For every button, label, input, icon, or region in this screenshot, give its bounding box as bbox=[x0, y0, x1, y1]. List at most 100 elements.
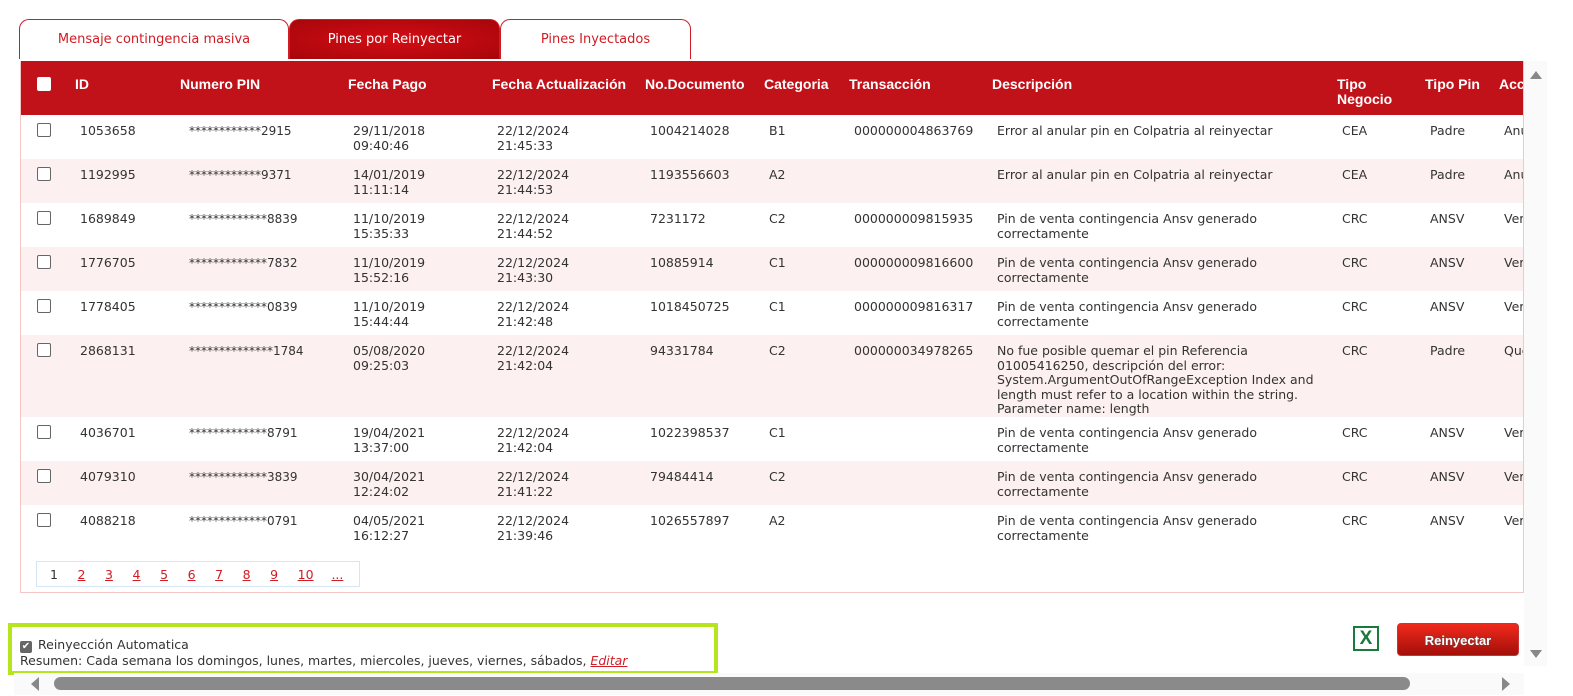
cell-id: 1776705 bbox=[71, 247, 176, 291]
page-link[interactable]: 10 bbox=[298, 567, 314, 582]
tab-bar: Mensaje contingencia masiva Pines por Re… bbox=[19, 19, 691, 59]
scroll-thumb[interactable] bbox=[54, 677, 1410, 690]
row-checkbox[interactable] bbox=[37, 512, 51, 527]
tab-pines-por-reinyectar[interactable]: Pines por Reinyectar bbox=[289, 19, 500, 59]
col-tipo-negocio[interactable]: Tipo Negocio bbox=[1333, 61, 1421, 115]
cell-cat: C2 bbox=[760, 460, 845, 505]
cell-tipo-pin: Padre bbox=[1421, 335, 1495, 417]
cell-id: 4079310 bbox=[71, 460, 176, 505]
cell-acc: Ver bbox=[1495, 247, 1523, 291]
cell-tipo-neg: CRC bbox=[1342, 424, 1368, 440]
table-row[interactable]: 1776705 *************7832 11/10/2019 15:52:… bbox=[21, 247, 1523, 291]
row-checkbox[interactable] bbox=[37, 123, 51, 137]
table-row[interactable]: 2868131 **************1784 05/08/2020 09:25… bbox=[21, 335, 1523, 417]
cell-doc: 10885914 bbox=[641, 247, 760, 291]
cell-fecha-pago: 19/04/2021 13:37:00 bbox=[353, 424, 426, 455]
cell-fecha-act: 22/12/2024 21:42:04 bbox=[497, 424, 570, 455]
col-fecha-actualizacion[interactable]: Fecha Actualización bbox=[488, 61, 641, 115]
cell-pin: *************3839 bbox=[176, 460, 344, 505]
cell-tipo-neg: CRC bbox=[1333, 460, 1421, 505]
reinject-button[interactable]: Reinyectar bbox=[1397, 623, 1519, 656]
col-documento[interactable]: No.Documento bbox=[641, 61, 760, 115]
col-accion[interactable]: Acc bbox=[1495, 61, 1523, 115]
scroll-down-icon[interactable] bbox=[1530, 650, 1542, 658]
cell-pin: ************2915 bbox=[189, 124, 292, 138]
scroll-left-icon[interactable] bbox=[31, 677, 39, 691]
cell-trans: 000000009816317 bbox=[854, 299, 974, 314]
row-checkbox[interactable] bbox=[37, 424, 51, 439]
cell-fecha-pago: 11/10/2019 15:35:33 bbox=[353, 211, 426, 241]
cell-desc: Error al anular pin en Colpatria al rein… bbox=[997, 123, 1273, 138]
table-row[interactable]: 4036701 *************8791 19/04/2021 13:37:… bbox=[21, 417, 1523, 461]
col-categoria[interactable]: Categoria bbox=[760, 61, 845, 115]
cell-acc: Ver bbox=[1504, 211, 1524, 226]
select-all-checkbox[interactable] bbox=[37, 77, 51, 91]
scroll-up-icon[interactable] bbox=[1530, 71, 1542, 79]
edit-schedule-link[interactable]: Editar bbox=[590, 653, 627, 668]
page-link-more[interactable]: ... bbox=[331, 567, 343, 582]
horizontal-scrollbar[interactable] bbox=[14, 673, 1524, 695]
page-link[interactable]: 7 bbox=[215, 567, 223, 582]
table-row[interactable]: 1192995 ************9371 14/01/2019 11:11:1… bbox=[21, 159, 1523, 203]
tab-pines-inyectados[interactable]: Pines Inyectados bbox=[500, 19, 691, 59]
cell-pin: **************1784 bbox=[176, 335, 344, 417]
page-link[interactable]: 2 bbox=[78, 567, 86, 582]
cell-desc: Pin de venta contingencia Ansv generado … bbox=[997, 512, 1258, 543]
row-checkbox[interactable] bbox=[37, 167, 51, 181]
cell-tipo-neg: CRC bbox=[1342, 211, 1368, 226]
page-link[interactable]: 4 bbox=[133, 567, 141, 582]
cell-trans: 000000009816600 bbox=[845, 247, 988, 291]
page-current: 1 bbox=[50, 566, 58, 582]
cell-desc: Pin de venta contingencia Ansv generado … bbox=[997, 299, 1258, 329]
page-link[interactable]: 8 bbox=[243, 567, 251, 582]
cell-doc: 1193556603 bbox=[641, 159, 760, 203]
cell-fecha-act: 22/12/2024 21:43:30 bbox=[488, 247, 641, 291]
cell-pin: *************0791 bbox=[189, 513, 298, 528]
cell-desc: No fue posible quemar el pin Referencia … bbox=[988, 335, 1333, 417]
cell-fecha-act: 22/12/2024 21:45:33 bbox=[497, 123, 570, 153]
cell-id: 1053658 bbox=[80, 123, 136, 138]
cell-doc: 7231172 bbox=[650, 211, 706, 226]
cell-tipo-neg: CRC bbox=[1342, 512, 1368, 528]
col-id[interactable]: ID bbox=[71, 61, 176, 115]
cell-doc: 79484414 bbox=[641, 460, 760, 505]
col-tipo-pin[interactable]: Tipo Pin bbox=[1421, 61, 1495, 115]
cell-id: 1689849 bbox=[80, 211, 136, 226]
col-fecha-pago[interactable]: Fecha Pago bbox=[344, 61, 488, 115]
table-row[interactable]: 4088218 *************0791 04/05/2021 16:12:… bbox=[21, 505, 1524, 549]
cell-cat: C1 bbox=[769, 299, 786, 314]
col-transaccion[interactable]: Transacción bbox=[845, 61, 988, 115]
page-link[interactable]: 9 bbox=[270, 567, 278, 582]
cell-tipo-neg: CEA bbox=[1342, 123, 1368, 138]
cell-acc: Ver bbox=[1504, 512, 1524, 528]
schedule-summary: Resumen: Cada semana los domingos, lunes… bbox=[20, 653, 587, 668]
cell-id: 4088218 bbox=[80, 512, 136, 528]
page-link[interactable]: 5 bbox=[160, 567, 168, 582]
row-checkbox[interactable] bbox=[37, 211, 51, 225]
page-link[interactable]: 3 bbox=[105, 567, 113, 582]
pagination: 1 2 3 4 5 6 7 8 9 10 ... bbox=[36, 561, 360, 587]
vertical-scrollbar[interactable] bbox=[1524, 61, 1547, 666]
auto-reinjection-label: Reinyección Automatica bbox=[38, 637, 189, 652]
row-checkbox[interactable] bbox=[37, 468, 51, 483]
cell-pin: *************0839 bbox=[189, 300, 298, 314]
scroll-right-icon[interactable] bbox=[1502, 677, 1510, 691]
auto-reinjection-checkbox[interactable]: ✔ bbox=[20, 641, 32, 653]
row-checkbox[interactable] bbox=[37, 299, 51, 313]
row-checkbox[interactable] bbox=[37, 255, 51, 269]
cell-fecha-pago: 11/10/2019 15:52:16 bbox=[344, 247, 488, 291]
tab-mensaje-contingencia[interactable]: Mensaje contingencia masiva bbox=[19, 19, 289, 59]
cell-acc: Anu bbox=[1495, 159, 1523, 203]
cell-pin: *************7832 bbox=[176, 247, 344, 291]
cell-fecha-pago: 30/04/2021 12:24:02 bbox=[344, 460, 488, 505]
col-descripcion[interactable]: Descripción bbox=[988, 61, 1333, 115]
table-row[interactable]: 1778405 *************0839 11/10/2019 15:44:… bbox=[21, 291, 1523, 335]
table-row[interactable]: 4079310 *************3839 30/04/2021 12:24:… bbox=[21, 460, 1523, 505]
table-row[interactable]: 1053658 ************2915 29/11/2018 09:40:4… bbox=[21, 115, 1523, 159]
cell-desc: Error al anular pin en Colpatria al rein… bbox=[988, 159, 1333, 203]
table-row[interactable]: 1689849 *************8839 11/10/2019 15:35:… bbox=[21, 203, 1524, 247]
page-link[interactable]: 6 bbox=[188, 567, 196, 582]
col-pin[interactable]: Numero PIN bbox=[176, 61, 344, 115]
row-checkbox[interactable] bbox=[37, 343, 51, 357]
excel-export-icon[interactable]: X bbox=[1353, 626, 1379, 651]
